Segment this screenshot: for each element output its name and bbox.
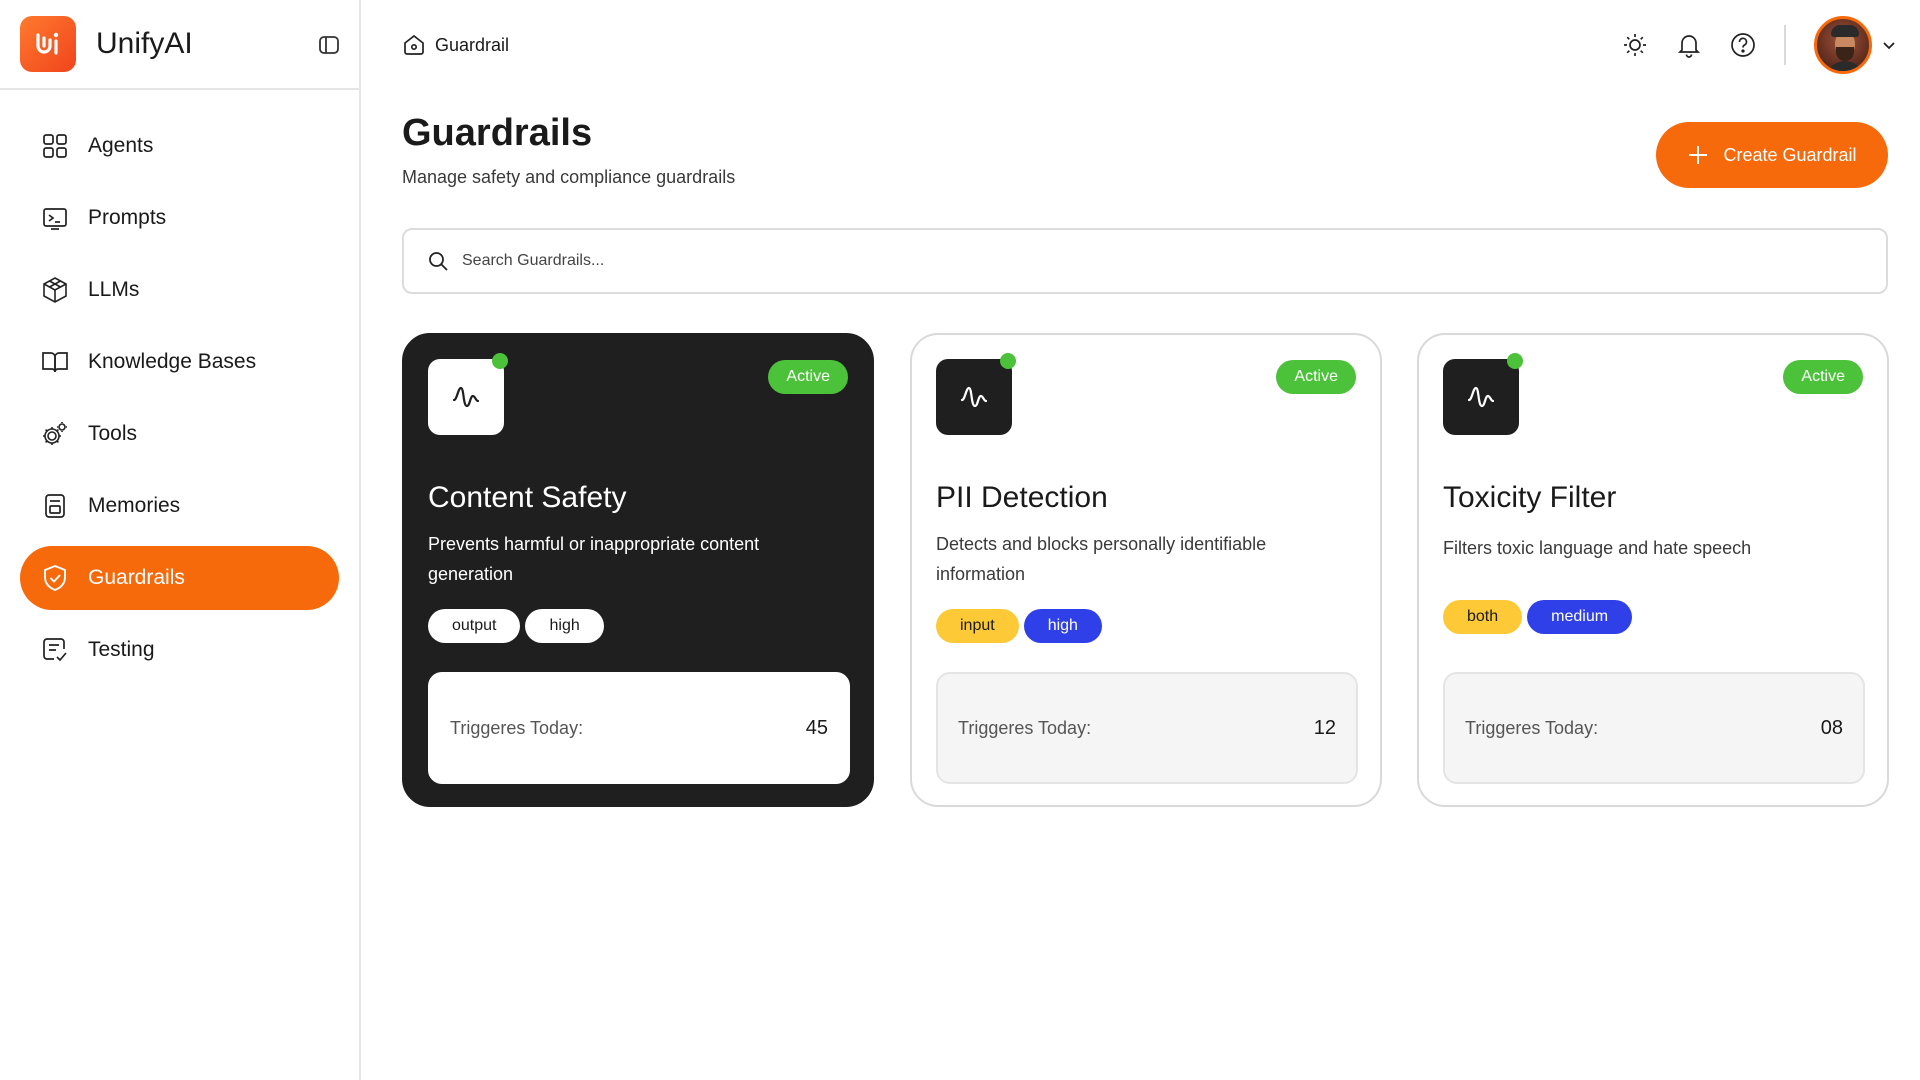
bell-icon[interactable] xyxy=(1672,28,1706,62)
card-description: Prevents harmful or inappropriate conten… xyxy=(428,534,760,584)
sidebar-item-knowledge-bases[interactable]: Knowledge Bases xyxy=(20,330,339,394)
tag-severity: high xyxy=(525,609,604,643)
status-badge: Active xyxy=(1783,360,1863,394)
tag-direction: input xyxy=(936,609,1019,643)
stat-label: Triggeres Today: xyxy=(958,717,1092,738)
sidebar-toggle-icon[interactable] xyxy=(317,33,341,57)
plus-icon xyxy=(1687,144,1709,166)
status-badge: Active xyxy=(1276,360,1356,394)
card-title: Content Safety xyxy=(428,481,627,514)
tag-list: output high xyxy=(428,609,609,643)
stat-value: 08 xyxy=(1820,716,1843,739)
guardrail-card-pii-detection[interactable]: Active PII Detection Detects and blocks … xyxy=(910,333,1382,807)
sidebar-item-label: Agents xyxy=(88,134,154,157)
card-title: Toxicity Filter xyxy=(1443,481,1617,514)
top-actions xyxy=(1598,16,1898,74)
sidebar-nav: Agents Prompts LLMs Knowledge Bases Tool… xyxy=(0,90,359,682)
stat-label: Triggeres Today: xyxy=(450,717,584,738)
card-description: Filters toxic language and hate speech xyxy=(1443,538,1752,558)
memory-icon xyxy=(40,491,70,521)
sidebar-item-llms[interactable]: LLMs xyxy=(20,258,339,322)
sidebar-item-label: LLMs xyxy=(88,278,140,301)
page-subtitle: Manage safety and compliance guardrails xyxy=(402,167,736,187)
trigger-stat: Triggeres Today: 45 xyxy=(428,672,850,784)
sidebar-item-label: Tools xyxy=(88,422,138,445)
header-divider xyxy=(1784,25,1786,65)
status-badge: Active xyxy=(768,360,848,394)
stat-value: 12 xyxy=(1313,716,1336,739)
online-indicator xyxy=(1507,353,1523,369)
sidebar-item-memories[interactable]: Memories xyxy=(20,474,339,538)
tag-severity: high xyxy=(1023,609,1102,643)
trigger-stat: Triggeres Today: 12 xyxy=(936,672,1358,784)
breadcrumb-label: Guardrail xyxy=(435,34,510,55)
card-title: PII Detection xyxy=(936,481,1108,514)
tag-severity: medium xyxy=(1527,600,1633,634)
home-icon xyxy=(401,32,427,58)
waveform-icon xyxy=(428,359,504,435)
card-description: Detects and blocks personally identifiab… xyxy=(936,534,1267,584)
guardrail-card-toxicity-filter[interactable]: Active Toxicity Filter Filters toxic lan… xyxy=(1417,333,1889,807)
stat-label: Triggeres Today: xyxy=(1465,717,1599,738)
grid-icon xyxy=(40,131,70,161)
sidebar-item-tools[interactable]: Tools xyxy=(20,402,339,466)
online-indicator xyxy=(492,353,508,369)
brand: UnifyAI xyxy=(0,0,359,90)
trigger-stat: Triggeres Today: 08 xyxy=(1443,672,1865,784)
search-input[interactable] xyxy=(462,252,1862,270)
create-guardrail-button[interactable]: Create Guardrail xyxy=(1656,122,1888,188)
chevron-down-icon[interactable] xyxy=(1880,36,1898,54)
sidebar-item-label: Prompts xyxy=(88,206,167,229)
book-icon xyxy=(40,347,70,377)
topbar: Guardrail xyxy=(363,0,1920,90)
sidebar-item-prompts[interactable]: Prompts xyxy=(20,186,339,250)
search-bar xyxy=(402,228,1888,294)
online-indicator xyxy=(1000,353,1016,369)
sidebar-item-label: Knowledge Bases xyxy=(88,350,257,373)
terminal-icon xyxy=(40,203,70,233)
sidebar-item-agents[interactable]: Agents xyxy=(20,114,339,178)
sidebar-item-label: Guardrails xyxy=(88,566,185,589)
waveform-icon xyxy=(936,359,1012,435)
sidebar-item-label: Testing xyxy=(88,638,155,661)
tag-direction: both xyxy=(1443,600,1523,634)
stat-value: 45 xyxy=(805,716,828,739)
tag-direction: output xyxy=(428,609,521,643)
shield-icon xyxy=(40,563,70,593)
unifyai-logo-icon[interactable] xyxy=(20,16,76,72)
sidebar: UnifyAI Agents Prompts LLMs Knowledge Ba… xyxy=(0,0,361,1080)
breadcrumb[interactable]: Guardrail xyxy=(401,32,509,58)
avatar[interactable] xyxy=(1814,16,1872,74)
search-icon xyxy=(426,249,450,273)
sun-icon[interactable] xyxy=(1618,28,1652,62)
gears-icon xyxy=(40,419,70,449)
sidebar-item-testing[interactable]: Testing xyxy=(20,618,339,682)
app-name: UnifyAI xyxy=(96,27,193,60)
help-icon[interactable] xyxy=(1726,28,1760,62)
guardrail-card-content-safety[interactable]: Active Content Safety Prevents harmful o… xyxy=(402,333,874,807)
waveform-icon xyxy=(1443,359,1519,435)
testing-icon xyxy=(40,635,70,665)
sidebar-item-label: Memories xyxy=(88,494,181,517)
tag-list: both medium xyxy=(1443,600,1637,634)
cube-network-icon xyxy=(40,275,70,305)
tag-list: input high xyxy=(936,609,1107,643)
create-guardrail-label: Create Guardrail xyxy=(1723,144,1857,165)
sidebar-item-guardrails[interactable]: Guardrails xyxy=(20,546,339,610)
page-title: Guardrails xyxy=(402,112,593,154)
